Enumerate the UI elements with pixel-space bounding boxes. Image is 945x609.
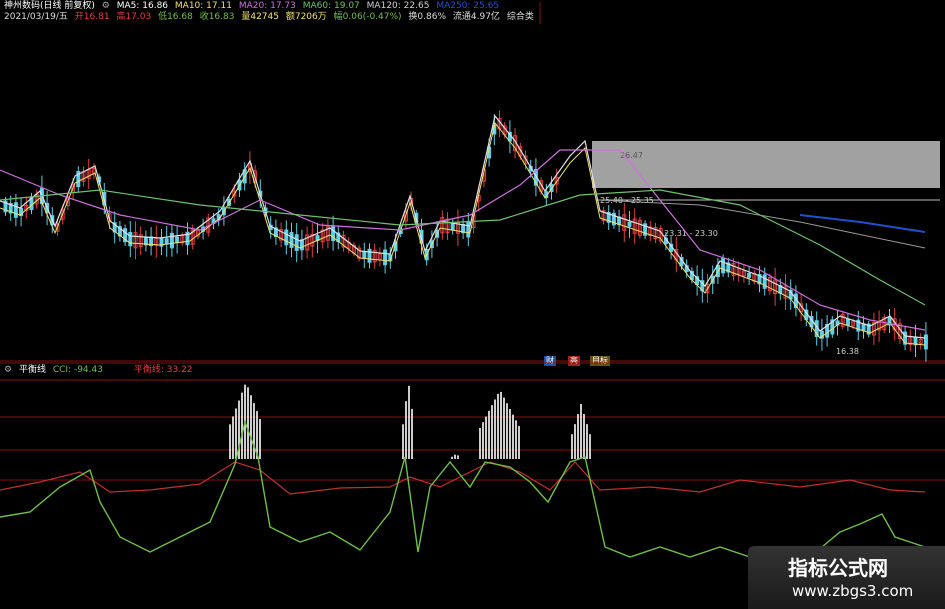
candle-body [299, 239, 304, 251]
candle-body [164, 238, 169, 245]
ma60-line [0, 189, 926, 306]
candle-body [284, 229, 289, 246]
candle-body [466, 221, 471, 238]
candle-body [13, 202, 18, 218]
candle-body [450, 223, 455, 231]
candle-body [721, 257, 726, 274]
level-2-label: 23.31 - 23.30 [664, 229, 718, 238]
candle-body [923, 334, 928, 350]
watermark-title: 指标公式网 [788, 556, 888, 580]
candle-body [289, 232, 294, 248]
candle-body [175, 236, 180, 244]
band-top-label: 26.47 [620, 151, 643, 160]
indicator-gridlines [0, 362, 945, 481]
candle-body [747, 272, 752, 278]
indicator-lines [0, 419, 926, 558]
candle-body [383, 249, 388, 266]
candle-body [627, 221, 632, 227]
candle-body [128, 232, 133, 247]
price-chart[interactable]: 26.47 25.40 - 25.35 23.31 - 23.30 16.38 [0, 0, 945, 362]
candle-body [169, 232, 174, 249]
indicator-bars [229, 384, 591, 459]
ma250-line [799, 214, 926, 233]
low-price-label: 16.38 [836, 347, 859, 356]
candle-body [845, 318, 850, 326]
candle-body [861, 323, 866, 332]
watermark: 指标公式网 www.zbgs3.com [748, 546, 945, 609]
candle-body [294, 234, 299, 251]
cci-line [0, 419, 926, 558]
watermark-url: www.zbgs3.com [792, 582, 914, 600]
candle-body [362, 251, 367, 259]
